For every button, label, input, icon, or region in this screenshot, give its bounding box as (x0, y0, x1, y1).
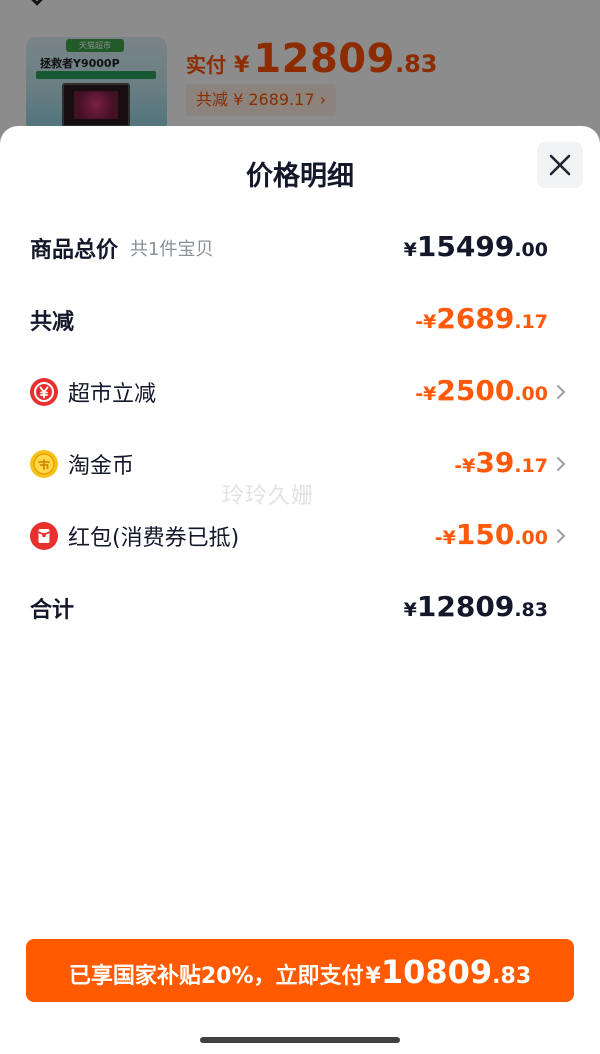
row-red-envelope[interactable]: 红包(消费券已抵) -¥ 150 .00 (30, 514, 568, 558)
amount-dec: .83 (514, 599, 548, 621)
amount-currency: ¥ (403, 599, 417, 621)
row-amount: -¥ 39 .17 (454, 442, 548, 486)
amount-currency: -¥ (434, 527, 456, 549)
amount-currency: -¥ (415, 383, 437, 405)
amount-int: 39 (475, 446, 515, 479)
row-amount: -¥ 2689 .17 (415, 298, 548, 342)
watermark: 玲玲久姗 (222, 484, 315, 509)
row-supermarket-discount[interactable]: 超市立减 -¥ 2500 .00 (30, 370, 568, 414)
row-label: 红包(消费券已抵) (68, 526, 240, 551)
sheet-title: 价格明细 (246, 161, 354, 192)
red-envelope-icon (30, 522, 58, 550)
row-sublabel: 共1件宝贝 (130, 239, 214, 260)
price-detail-sheet: 价格明细 商品总价 共1件宝贝 ¥ 15499 .00 共减 -¥ 2689 .… (0, 126, 600, 1054)
amount-int: 2689 (436, 302, 515, 335)
row-total-discount: 共减 -¥ 2689 .17 (30, 298, 568, 342)
home-indicator[interactable] (200, 1037, 400, 1043)
row-label: 淘金币 (68, 454, 135, 479)
amount-int: 12809 (416, 590, 515, 623)
row-label: 共减 (30, 310, 75, 335)
amount-dec: .00 (514, 239, 548, 261)
amount-int: 150 (455, 518, 515, 551)
chevron-right-icon[interactable] (554, 528, 568, 544)
close-icon (549, 154, 571, 176)
amount-dec: .00 (514, 383, 548, 405)
row-label: 超市立减 (68, 382, 157, 407)
pay-button-currency: ¥ (365, 964, 381, 989)
amount-int: 15499 (416, 230, 515, 263)
row-amount: -¥ 150 .00 (435, 514, 548, 558)
row-amount: ¥ 12809 .83 (404, 586, 548, 630)
amount-dec: .17 (514, 455, 548, 477)
amount-currency: -¥ (415, 311, 437, 333)
amount-currency: -¥ (454, 455, 476, 477)
pay-button[interactable]: 已享国家补贴20%，立即支付 ¥ 10809 .83 (26, 939, 574, 1002)
amount-dec: .17 (514, 311, 548, 333)
supermarket-discount-icon (30, 378, 58, 406)
chevron-right-icon[interactable] (554, 384, 568, 400)
pay-button-text: 已享国家补贴20%，立即支付 (68, 964, 364, 989)
chevron-right-icon[interactable] (554, 456, 568, 472)
row-amount: ¥ 15499 .00 (404, 226, 548, 270)
amount-int: 2500 (436, 374, 515, 407)
row-amount: -¥ 2500 .00 (415, 370, 548, 414)
row-label: 合计 (30, 598, 75, 623)
amount-currency: ¥ (403, 239, 417, 261)
pay-button-dec: .83 (492, 964, 532, 989)
gold-coin-icon (30, 450, 58, 478)
row-total-goods: 商品总价 共1件宝贝 ¥ 15499 .00 (30, 226, 568, 270)
row-label: 商品总价 (30, 238, 119, 263)
pay-button-int: 10809 (380, 953, 493, 991)
row-grand-total: 合计 ¥ 12809 .83 (30, 586, 568, 630)
amount-dec: .00 (514, 527, 548, 549)
close-button[interactable] (537, 142, 583, 188)
